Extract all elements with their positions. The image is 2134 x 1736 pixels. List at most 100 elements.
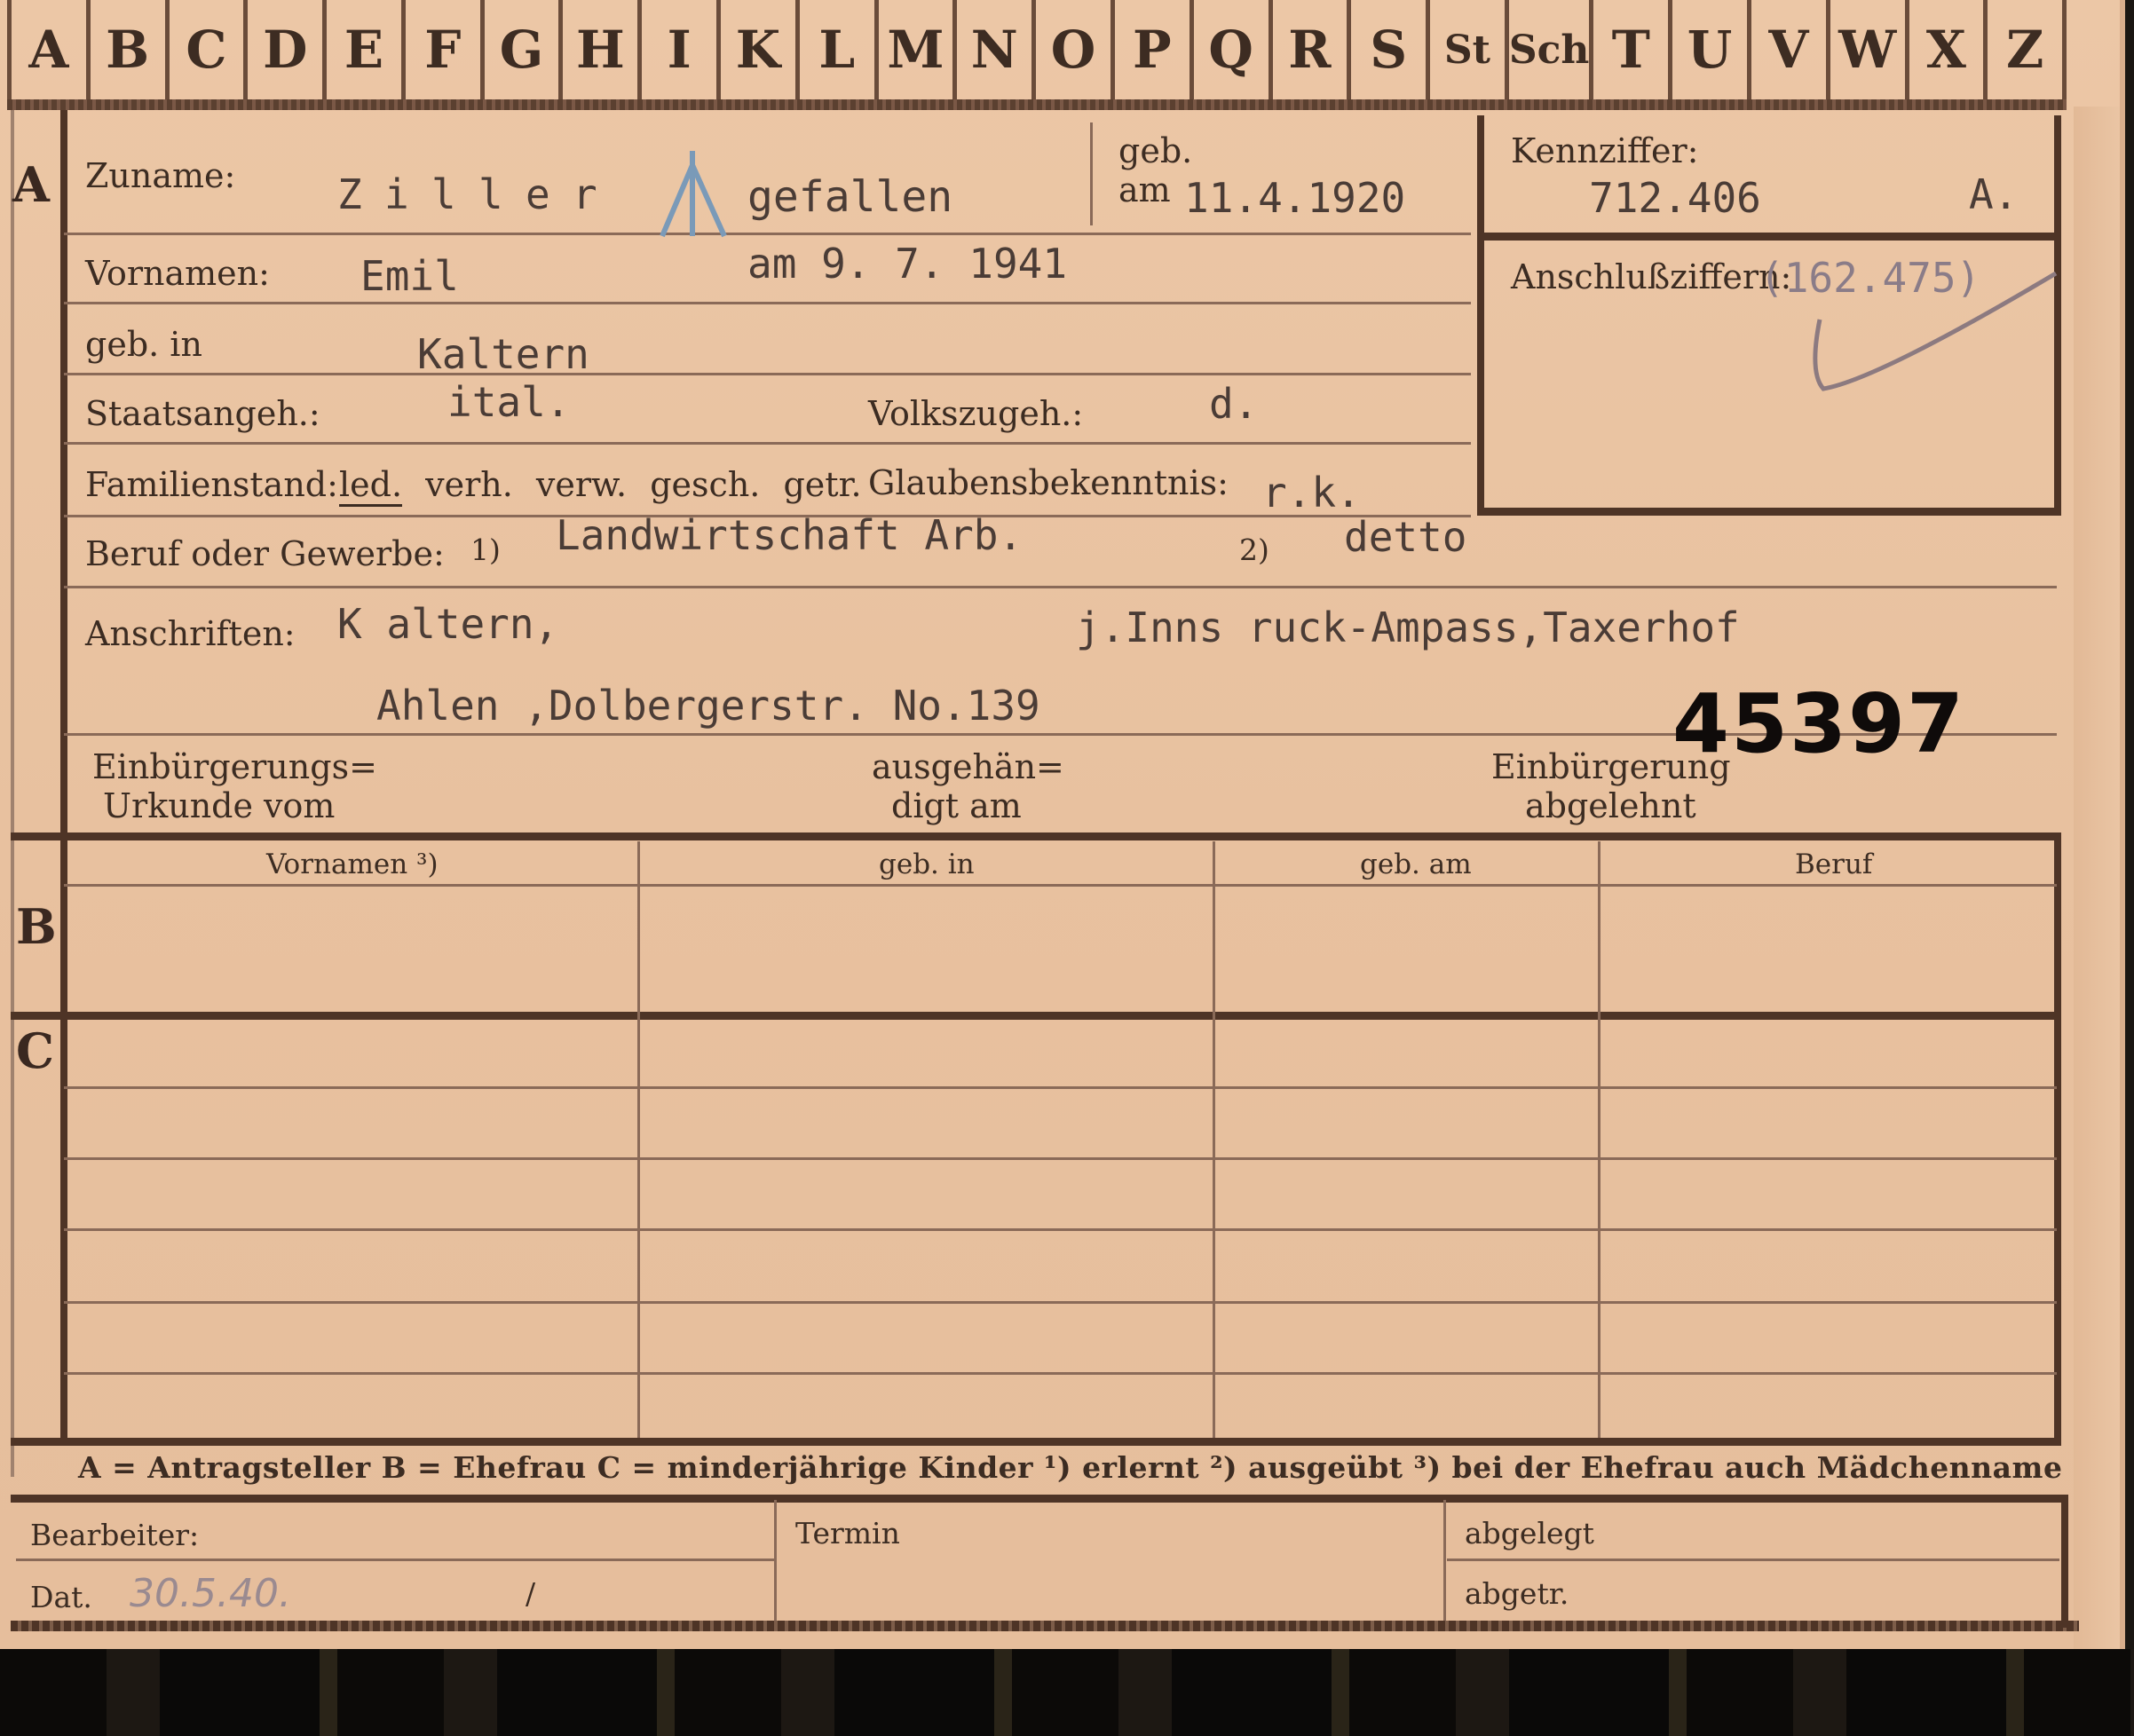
- alphabet-tab: B: [91, 0, 170, 99]
- forename-label: Vornamen:: [85, 254, 270, 293]
- anschluss-label: Anschlußziffern:: [1511, 257, 1792, 296]
- death-cross-mark: [660, 151, 727, 238]
- forename-value: Emil: [360, 252, 459, 300]
- alphabet-tab: H: [563, 0, 643, 99]
- table-header-forenames: Vornamen ³): [266, 848, 439, 880]
- address-3: Ahlen ,Dolbergerstr. No.139: [376, 682, 1040, 730]
- ethnicity-value: d.: [1209, 380, 1259, 428]
- birth-label-top: geb.: [1118, 131, 1193, 170]
- profession-value-1: Landwirtschaft Arb.: [556, 511, 1024, 559]
- divider-b-c: [11, 1012, 2061, 1020]
- alphabet-tab: O: [1036, 0, 1115, 99]
- religion-label: Glaubensbekenntnis:: [868, 463, 1229, 502]
- tab-divider: [7, 99, 2067, 110]
- table-header-birthplace: geb. in: [879, 848, 975, 880]
- card-edge: [2074, 107, 2120, 1649]
- date-slash: /: [526, 1576, 536, 1611]
- frame-edge-left: [11, 110, 14, 1477]
- alphabet-tab: Q: [1194, 0, 1273, 99]
- ethnicity-label: Volkszugeh.:: [868, 394, 1084, 433]
- alphabet-tab: P: [1115, 0, 1194, 99]
- pencil-check-mark: [1813, 271, 2058, 391]
- alphabet-tab: Sch: [1509, 0, 1594, 99]
- naturalization-doc-label-1: Einbürgerungs=: [92, 747, 377, 786]
- legend-text: A = Antragsteller B = Ehefrau C = minder…: [78, 1450, 2063, 1485]
- delivered-label: abgetr.: [1465, 1576, 1569, 1611]
- kennziffer-value: 712.406: [1589, 174, 1761, 222]
- alphabet-tabs: A B C D E F G H I K L M N O P Q R S St Sch T U V W X Z: [7, 0, 2067, 102]
- table-header-profession: Beruf: [1795, 848, 1873, 880]
- kennziffer-label: Kennziffer:: [1511, 131, 1699, 170]
- alphabet-tab: Z: [1988, 0, 2067, 99]
- alphabet-tab: R: [1273, 0, 1352, 99]
- naturalization-rejected-2: abgelehnt: [1525, 786, 1696, 825]
- birthplace-value: Kaltern: [417, 330, 589, 378]
- birth-date: 11.4.1920: [1184, 174, 1406, 222]
- marital-option: verh.: [425, 465, 513, 504]
- alphabet-tab: V: [1751, 0, 1830, 99]
- alphabet-tab: X: [1909, 0, 1988, 99]
- marital-options: led. verh. verw. gesch. getr.: [339, 465, 874, 507]
- marital-option-selected: led.: [339, 465, 403, 507]
- scan-background: [0, 1649, 2134, 1736]
- alphabet-tab: G: [485, 0, 564, 99]
- alphabet-tab: T: [1593, 0, 1673, 99]
- address-1: K altern,: [337, 600, 559, 648]
- section-letter-b: B: [16, 898, 57, 955]
- marital-option: getr.: [783, 465, 862, 504]
- processor-label: Bearbeiter:: [30, 1518, 200, 1552]
- alphabet-tab: S: [1351, 0, 1431, 99]
- date-value: 30.5.40.: [130, 1571, 291, 1616]
- address-label: Anschriften:: [85, 614, 296, 653]
- divider-a-b: [11, 832, 2061, 840]
- marital-option: gesch.: [650, 465, 761, 504]
- surname-note: gefallen: [747, 172, 953, 222]
- profession-note-2: 2): [1239, 533, 1269, 567]
- registration-card: A B C D E F G H I K L M N O P Q R S St Sch T U V W X Z: [0, 0, 2125, 1649]
- divider-legend-footer: [11, 1495, 2061, 1503]
- alphabet-tab: D: [248, 0, 328, 99]
- alphabet-tab: A: [7, 0, 91, 99]
- profession-value-2: detto: [1344, 513, 1467, 561]
- naturalization-doc-label-2: Urkunde vom: [103, 786, 336, 825]
- religion-value: r.k.: [1262, 469, 1361, 517]
- marital-option: verw.: [535, 465, 628, 504]
- alphabet-tab: W: [1830, 0, 1909, 99]
- profession-note-1: 1): [470, 533, 501, 567]
- alphabet-tab: U: [1672, 0, 1751, 99]
- alphabet-tab: F: [406, 0, 485, 99]
- divider-c-legend: [11, 1438, 2061, 1446]
- marital-label: Familienstand:: [85, 465, 338, 504]
- birth-label-bottom: am: [1118, 170, 1171, 209]
- alphabet-tab: C: [170, 0, 249, 99]
- alphabet-tab: E: [327, 0, 406, 99]
- table-header-birthdate: geb. am: [1360, 848, 1472, 880]
- alphabet-tab: St: [1430, 0, 1509, 99]
- surname-value: Ziller: [337, 170, 620, 218]
- handed-label-2: digt am: [891, 786, 1022, 825]
- handed-label-1: ausgehän=: [872, 747, 1064, 786]
- frame-left-bc: [60, 838, 67, 1443]
- birthplace-label: geb. in: [85, 325, 202, 364]
- deadline-label: Termin: [795, 1516, 900, 1551]
- section-letter-c: C: [16, 1022, 54, 1079]
- alphabet-tab: I: [642, 0, 722, 99]
- alphabet-tab: L: [800, 0, 879, 99]
- kennziffer-box-left: [1477, 115, 1484, 515]
- citizenship-value: ital.: [447, 378, 571, 426]
- alphabet-tab: M: [879, 0, 958, 99]
- profession-label: Beruf oder Gewerbe:: [85, 534, 445, 573]
- alphabet-tab: K: [721, 0, 800, 99]
- filed-label: abgelegt: [1465, 1516, 1594, 1551]
- alphabet-tab: N: [957, 0, 1037, 99]
- kennziffer-suffix: A.: [1969, 170, 2019, 218]
- bottom-border: [11, 1621, 2079, 1631]
- frame-left-a: [60, 110, 67, 838]
- death-date: am 9. 7. 1941: [747, 240, 1068, 288]
- section-letter-a: A: [12, 156, 50, 213]
- date-label: Dat.: [30, 1580, 92, 1614]
- address-2: j.Inns ruck-Ampass,Taxerhof: [1076, 604, 1740, 651]
- naturalization-rejected-1: Einbürgerung: [1491, 747, 1731, 786]
- surname-label: Zuname:: [85, 156, 236, 195]
- citizenship-label: Staatsangeh.:: [85, 394, 320, 433]
